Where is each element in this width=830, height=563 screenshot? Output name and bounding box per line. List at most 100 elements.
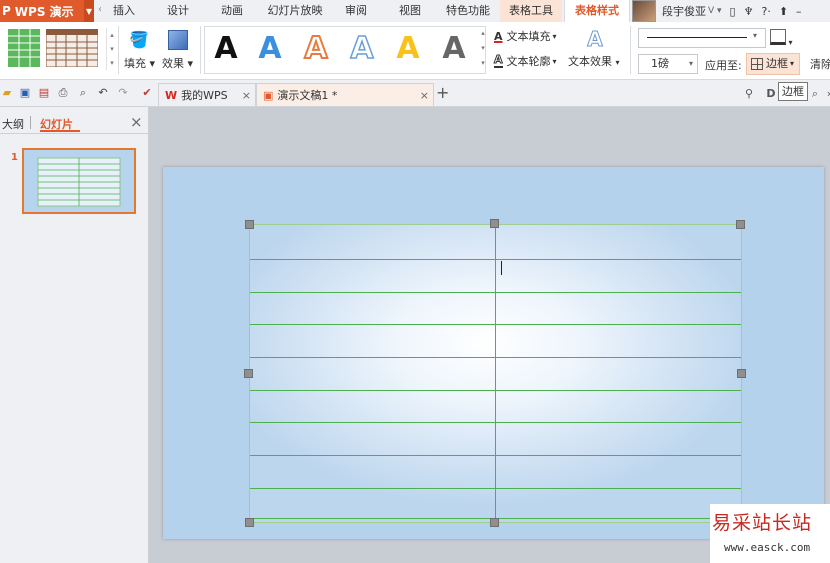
slide-thumbnail-preview xyxy=(24,150,134,212)
wordart-black[interactable]: A xyxy=(207,29,245,69)
style-gallery-scroll[interactable]: ▴ ▾ ▾ xyxy=(106,28,117,70)
resize-handle-top-left[interactable] xyxy=(245,220,254,229)
chevron-down-icon: ▾ xyxy=(753,31,758,40)
text-fill-button[interactable]: A 文本填充 ▾ xyxy=(494,28,568,44)
presentation-file-icon: ▣ xyxy=(263,88,274,102)
tab-document[interactable]: ▣ 演示文稿1 * × xyxy=(256,83,434,106)
tab-animation[interactable]: 动画 xyxy=(214,0,250,22)
tab-review[interactable]: 审阅 xyxy=(338,0,374,22)
tab-document-label: 演示文稿1 * xyxy=(277,89,338,102)
table-style-brown[interactable] xyxy=(45,28,99,68)
wordart-orange-outline[interactable]: A xyxy=(297,29,335,69)
pdf-export-icon[interactable]: ▤ xyxy=(37,86,51,100)
watermark: 易采站长站 www.easck.com xyxy=(710,504,830,563)
table-column-line xyxy=(495,225,496,522)
text-outline-button[interactable]: A 文本轮廓 ▾ xyxy=(494,53,568,69)
clear-button[interactable]: 清除 xyxy=(810,56,830,70)
effect-button[interactable]: 效果 ▾ xyxy=(162,55,196,70)
pen-color-icon xyxy=(770,29,786,45)
line-style-preview xyxy=(647,37,747,38)
fill-button[interactable]: 填充 ▾ xyxy=(124,55,158,70)
table-style-green-icon xyxy=(8,29,40,67)
print-preview-icon[interactable]: ⌕ xyxy=(76,86,90,100)
customize-toolbar-icon[interactable]: ✔ xyxy=(140,86,154,100)
resize-handle-top[interactable] xyxy=(490,219,499,228)
border-button[interactable]: 边框 ▾ xyxy=(746,53,800,75)
slide-table[interactable] xyxy=(249,224,742,523)
apply-to-label: 应用至: xyxy=(705,59,742,72)
tab-outline[interactable]: 大纲 xyxy=(2,116,26,131)
border-grid-icon xyxy=(751,58,763,70)
pin-icon[interactable]: ⚲ xyxy=(742,87,756,101)
line-weight-select[interactable]: 1磅 ▾ xyxy=(638,54,698,74)
effect-label: 效果 xyxy=(162,57,184,70)
shirt-icon[interactable]: ♆ xyxy=(744,5,754,18)
app-menu-button[interactable]: P WPS 演示 xyxy=(0,0,94,22)
resize-handle-bottom-left[interactable] xyxy=(245,518,254,527)
wordart-gallery-scroll[interactable]: ▴ ▾ ▾ xyxy=(478,26,488,72)
help-icon[interactable]: ?· xyxy=(761,5,770,18)
text-fill-icon: A xyxy=(494,29,503,43)
line-weight-value: 1磅 xyxy=(651,57,669,70)
wordart-gray[interactable]: A xyxy=(435,29,473,69)
resize-handle-left[interactable] xyxy=(244,369,253,378)
tab-view[interactable]: 视图 xyxy=(392,0,428,22)
watermark-url: www.easck.com xyxy=(724,541,811,554)
resize-handle-bottom[interactable] xyxy=(490,518,499,527)
text-outline-icon: A xyxy=(494,53,503,68)
text-effect-icon[interactable]: A xyxy=(584,28,606,51)
tab-table-tools[interactable]: 表格工具 xyxy=(500,0,562,22)
wps-logo-icon: P xyxy=(2,4,11,18)
wps-w-icon: W xyxy=(165,88,178,102)
text-outline-label: 文本轮廓 xyxy=(506,55,551,68)
app-menu-dropdown-icon[interactable]: ▼ xyxy=(84,0,94,22)
close-icon[interactable]: × xyxy=(242,89,251,102)
line-style-select[interactable]: ▾ xyxy=(638,28,766,48)
table-style-green[interactable] xyxy=(8,29,40,67)
tab-slides[interactable]: 幻灯片 xyxy=(40,116,80,132)
undo-icon[interactable]: ↶ xyxy=(96,86,110,100)
table-style-brown-icon xyxy=(45,28,99,68)
redo-icon[interactable]: ↷ xyxy=(116,86,130,100)
fill-bucket-icon[interactable]: 🪣 xyxy=(128,30,150,50)
wordart-blue[interactable]: A xyxy=(251,29,289,69)
skin-icon[interactable]: ▯ xyxy=(730,5,736,18)
avatar[interactable] xyxy=(632,0,656,22)
open-folder-icon[interactable]: ▰ xyxy=(0,86,14,100)
search-icon[interactable]: ⌕ xyxy=(808,87,822,101)
print-icon[interactable]: ⎙ xyxy=(56,86,70,100)
tab-design[interactable]: 设计 xyxy=(160,0,196,22)
close-icon[interactable]: × xyxy=(130,113,144,131)
minimize-icon[interactable]: – xyxy=(796,5,802,18)
wordart-gold[interactable]: A xyxy=(389,29,427,69)
close-icon[interactable]: × xyxy=(420,89,429,102)
line-color-button[interactable]: ▾ xyxy=(770,29,796,47)
chevron-down-icon: ▾ xyxy=(688,59,693,68)
save-icon[interactable]: ▣ xyxy=(18,86,32,100)
watermark-text: 易采站长站 xyxy=(712,512,813,534)
more-icon[interactable]: › xyxy=(822,87,830,101)
wordart-blue-outline[interactable]: A xyxy=(343,29,381,69)
tab-mywps-label: 我的WPS xyxy=(181,89,228,102)
new-tab-plus-icon[interactable]: + xyxy=(436,84,452,102)
document-icon[interactable]: D xyxy=(764,87,778,101)
user-area: 段宇俊亚 V ▾ ▯ ♆ ?· ⬆ – xyxy=(632,0,830,22)
resize-handle-right[interactable] xyxy=(737,369,746,378)
user-dropdown-icon[interactable]: V ▾ xyxy=(708,6,722,16)
user-name[interactable]: 段宇俊亚 xyxy=(662,3,706,19)
tab-mywps[interactable]: W 我的WPS × xyxy=(158,83,256,106)
chevron-down-icon: ▾ xyxy=(790,59,795,68)
text-cursor xyxy=(501,261,502,275)
text-effect-button[interactable]: 文本效果 ▾ xyxy=(568,53,628,69)
tab-table-style[interactable]: 表格样式 xyxy=(564,0,630,22)
tab-insert[interactable]: 插入 xyxy=(106,0,142,22)
text-fill-label: 文本填充 xyxy=(506,30,551,43)
tab-special[interactable]: 特色功能 xyxy=(440,0,496,22)
slide-thumbnail[interactable] xyxy=(22,148,136,214)
resize-handle-top-right[interactable] xyxy=(736,220,745,229)
wordart-gallery: A A A A A A xyxy=(204,26,486,74)
collapse-ribbon-icon[interactable]: ⬆ xyxy=(779,5,788,18)
slide-number: 1 xyxy=(11,152,18,163)
effect-cube-icon[interactable] xyxy=(168,30,188,50)
tab-slideshow[interactable]: 幻灯片放映 xyxy=(262,0,328,22)
